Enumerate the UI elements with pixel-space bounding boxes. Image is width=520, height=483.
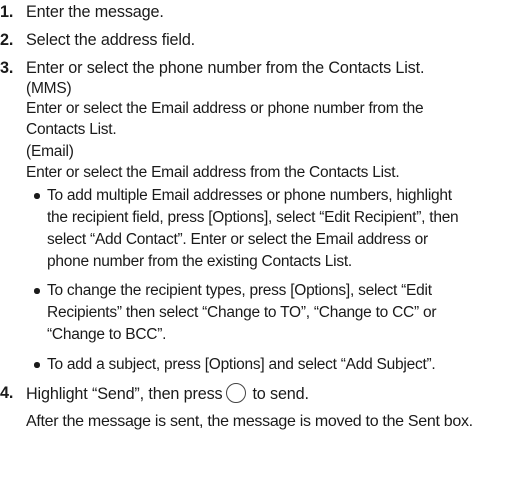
bullet-line: the recipient field, press [Options], se… xyxy=(47,209,459,226)
step-text: Enter or select the phone number from th… xyxy=(26,59,425,77)
center-key-icon xyxy=(226,383,247,403)
bullet-text: To add multiple Email addresses or phone… xyxy=(47,185,459,273)
bullet-dot-icon xyxy=(34,288,40,294)
bullet-dot-icon xyxy=(34,193,40,199)
step-number: 4. xyxy=(0,384,14,402)
step-number: 3. xyxy=(0,59,14,77)
bullet-line: To change the recipient types, press [Op… xyxy=(47,282,432,299)
bullet-line: To add multiple Email addresses or phone… xyxy=(47,187,452,204)
bullet-dot-icon xyxy=(34,362,40,368)
mms-line: Contacts List. xyxy=(26,121,117,138)
mms-heading: (MMS) xyxy=(26,80,72,97)
step-number: 1. xyxy=(0,3,14,21)
bullet-text: To add a subject, press [Options] and se… xyxy=(47,354,436,376)
bullet-line: phone number from the existing Contacts … xyxy=(47,253,352,270)
footer-note: After the message is sent, the message i… xyxy=(26,413,473,430)
email-heading: (Email) xyxy=(26,143,74,160)
bullet-line: select “Add Contact”. Enter or select th… xyxy=(47,231,428,248)
bullet-text: To change the recipient types, press [Op… xyxy=(47,280,436,346)
step-text-after: to send. xyxy=(252,385,309,403)
step-text-before: Highlight “Send”, then press xyxy=(26,385,223,403)
bullet-line: “Change to BCC”. xyxy=(47,326,167,343)
step-text: Enter the message. xyxy=(26,3,164,21)
step-number: 2. xyxy=(0,31,14,49)
email-line: Enter or select the Email address from t… xyxy=(26,164,400,181)
bullet-line: Recipients” then select “Change to TO”, … xyxy=(47,304,437,321)
instructions-page: 1. Enter the message. 2. Select the addr… xyxy=(0,0,520,483)
step-text: Select the address field. xyxy=(26,31,196,49)
step-text: Highlight “Send”, then press to send. xyxy=(26,383,309,404)
mms-line: Enter or select the Email address or pho… xyxy=(26,100,424,117)
bullet-line: To add a subject, press [Options] and se… xyxy=(47,356,436,373)
